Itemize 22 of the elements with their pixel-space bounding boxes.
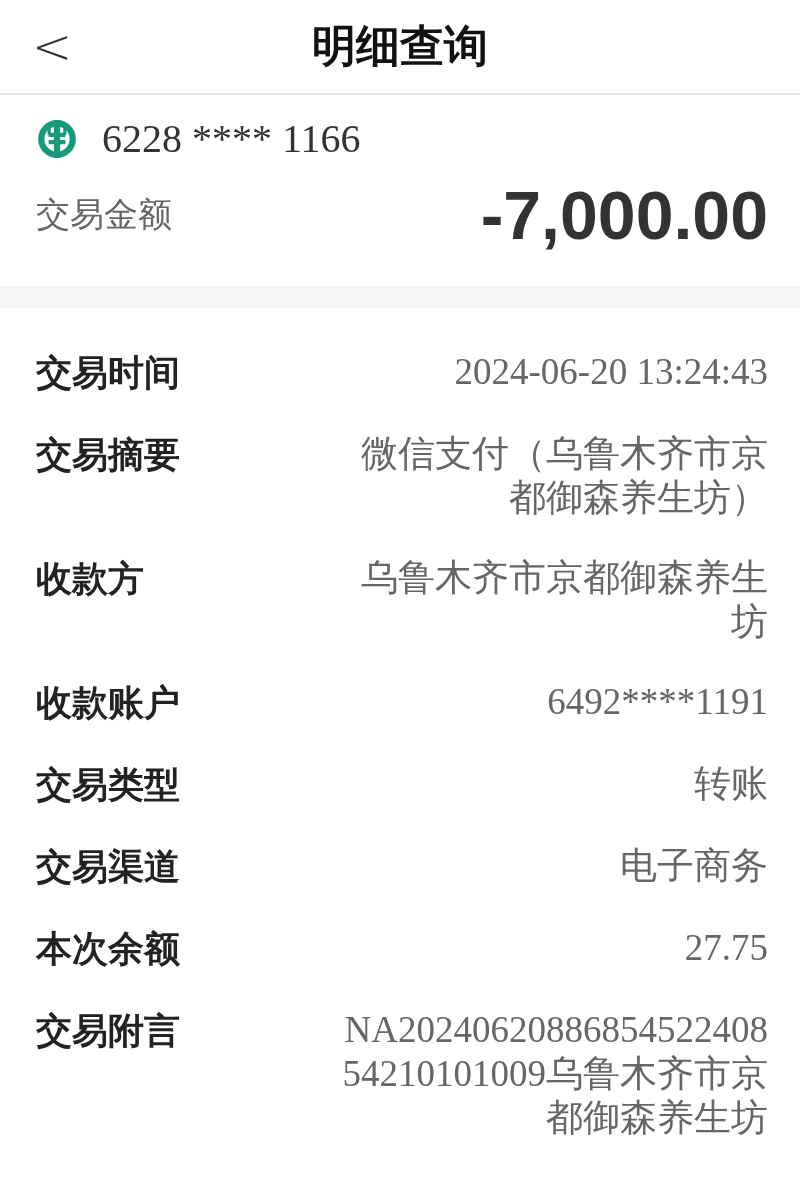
amount-label: 交易金额: [36, 193, 172, 237]
detail-label: 交易附言: [36, 1009, 180, 1053]
detail-label: 收款方: [36, 557, 144, 601]
detail-value: 27.75: [684, 926, 768, 970]
bank-logo-icon: [36, 117, 78, 160]
detail-value: 6492****1191: [547, 680, 768, 724]
detail-label: 交易摘要: [36, 433, 180, 477]
detail-value: 2024-06-20 13:24:43: [454, 350, 768, 394]
detail-label: 交易类型: [36, 763, 180, 807]
detail-value: 电子商务: [620, 844, 768, 888]
back-button[interactable]: <: [24, 18, 81, 74]
amount-value: -7,000.00: [480, 176, 768, 255]
detail-value: 微信支付（乌鲁木齐市京都御森养生坊）: [360, 432, 768, 520]
detail-value: NA2024062088685452240854210101009乌鲁木齐市京都御森养生坊: [341, 1008, 768, 1140]
detail-label: 收款账户: [36, 681, 180, 725]
detail-value: 转账: [694, 762, 768, 806]
detail-label: 交易渠道: [36, 845, 180, 889]
detail-label: 本次余额: [36, 927, 180, 971]
detail-value: 乌鲁木齐市京都御森养生坊: [360, 556, 768, 644]
detail-label: 交易时间: [36, 351, 180, 395]
card-number: 6228 **** 1166: [102, 115, 361, 163]
page-title: 明细查询: [312, 19, 488, 74]
